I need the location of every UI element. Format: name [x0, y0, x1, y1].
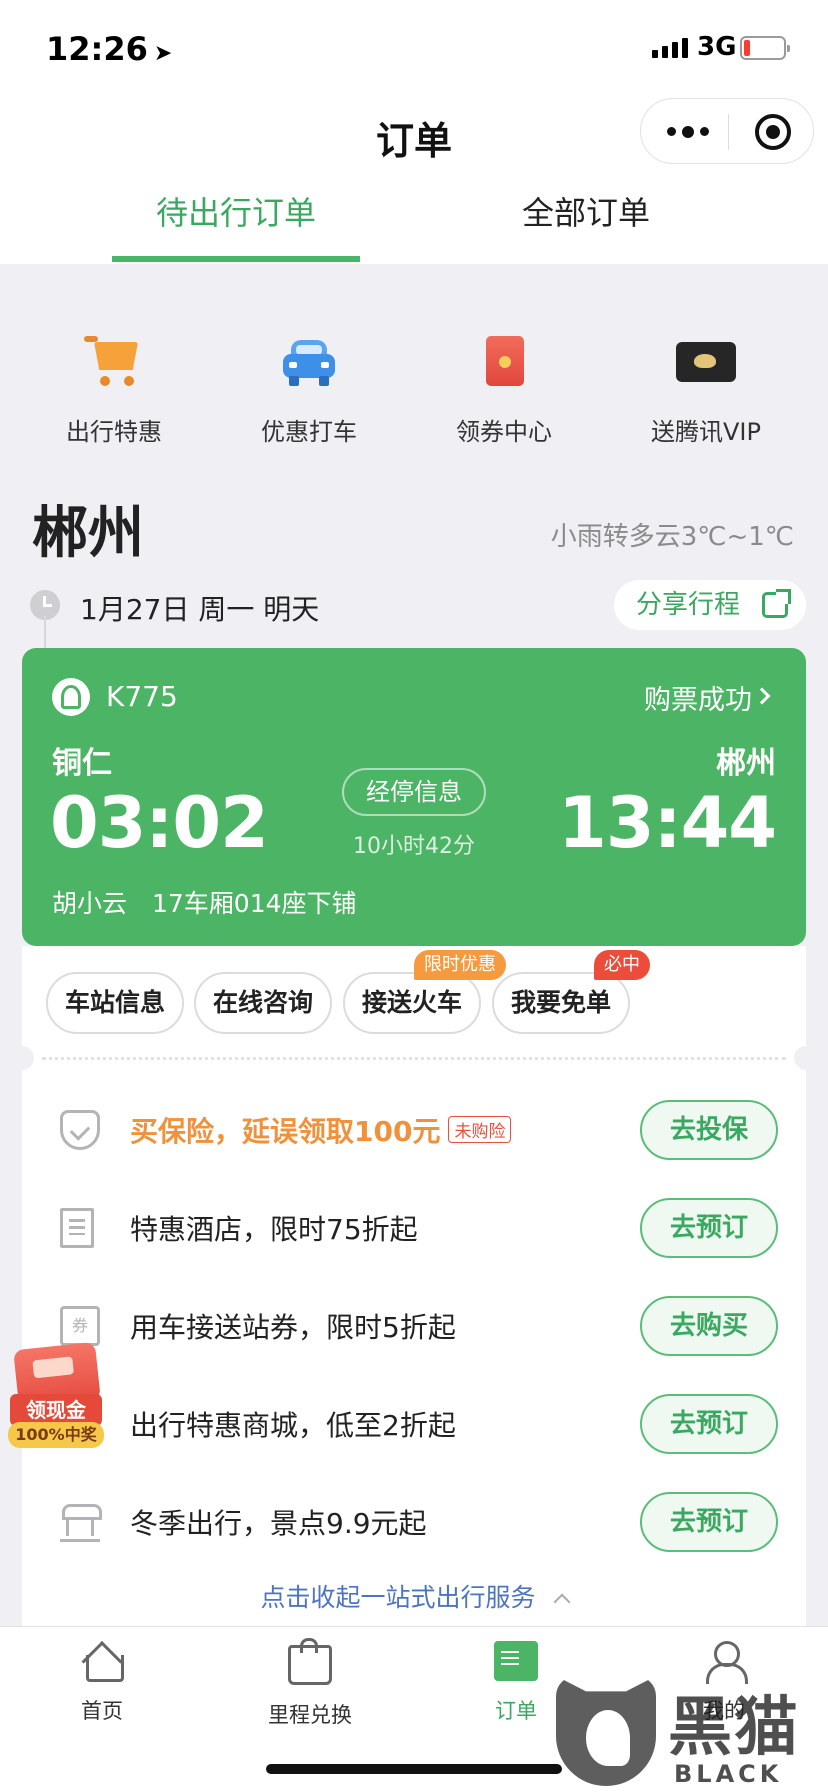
- departure-station: 铜仁: [52, 746, 112, 781]
- car-icon: [279, 336, 339, 388]
- service-row-scenic: 冬季出行，景点9.9元起 去预订: [22, 1474, 806, 1572]
- collapse-services-link[interactable]: 点击收起一站式出行服务: [22, 1578, 806, 1614]
- service-row-insurance: 买保险，延误领取100元 未购险 去投保: [22, 1082, 806, 1180]
- trip-date: 1月27日 周一 明天: [80, 593, 320, 626]
- tencent-video-vip-icon: [676, 336, 736, 388]
- service-row-car-coupon: 券 用车接送站券，限时5折起 去购买: [22, 1278, 806, 1376]
- tab-all-orders[interactable]: 全部订单: [462, 188, 710, 234]
- quick-action-coupons[interactable]: 领券中心: [414, 336, 594, 447]
- shopping-cart-icon: [84, 336, 144, 388]
- service-row-hotel: 特惠酒店，限时75折起 去预订: [22, 1180, 806, 1278]
- ticket-notch: [10, 1046, 34, 1070]
- shopping-bag-icon: [288, 1638, 332, 1685]
- service-row-mall: 出行特惠商城，低至2折起 去预订: [22, 1376, 806, 1474]
- capsule-divider: [728, 114, 729, 150]
- trip-duration: 10小时42分: [353, 834, 475, 859]
- status-time: 12:26 ➤: [46, 30, 173, 68]
- online-consult-button[interactable]: 在线咨询: [194, 972, 332, 1034]
- quick-action-vip[interactable]: 送腾讯VIP: [616, 336, 796, 447]
- hotel-icon: [60, 1208, 94, 1248]
- ticket-notch: [794, 1046, 818, 1070]
- quick-action-deals[interactable]: 出行特惠: [24, 336, 204, 447]
- tabbar-home[interactable]: 首页: [22, 1641, 182, 1725]
- tabbar-label: 首页: [81, 1699, 123, 1723]
- chevron-right-icon: [753, 687, 771, 705]
- quick-action-label: 优惠打车: [261, 418, 357, 446]
- battery-icon: [740, 36, 790, 60]
- chevron-up-icon: [553, 1593, 570, 1611]
- buy-coupon-button[interactable]: 去购买: [640, 1296, 778, 1356]
- signal-icon: [652, 38, 688, 58]
- arrival-station: 郴州: [716, 746, 776, 781]
- arrival-time: 13:44: [558, 782, 777, 864]
- home-indicator: [266, 1764, 562, 1774]
- departure-time: 03:02: [50, 782, 269, 864]
- active-tab-indicator: [112, 256, 360, 262]
- shield-icon: [60, 1110, 100, 1150]
- tabbar-mileage[interactable]: 里程兑换: [230, 1638, 390, 1729]
- station-info-button[interactable]: 车站信息: [46, 972, 184, 1034]
- travel-services-panel: 车站信息 在线咨询 接送火车 限时优惠 我要免单 必中 买保险，延误领取100元…: [10, 946, 818, 1626]
- miniprogram-capsule: [640, 98, 814, 164]
- passenger-seat-info: 胡小云 17车厢014座下铺: [52, 889, 357, 918]
- scenic-gate-icon: [60, 1502, 102, 1542]
- watermark-text: 黑猫: [668, 1691, 800, 1765]
- more-icon[interactable]: [667, 126, 709, 138]
- share-trip-button[interactable]: 分享行程: [614, 580, 806, 630]
- stops-info-button[interactable]: 经停信息: [342, 768, 486, 816]
- quick-action-label: 送腾讯VIP: [651, 418, 761, 446]
- service-text: 特惠酒店，限时75折起: [130, 1213, 418, 1246]
- service-text: 用车接送站券，限时5折起: [130, 1311, 456, 1344]
- cash-promo-float[interactable]: 领现金 100%中奖: [8, 1341, 104, 1448]
- quick-action-label: 出行特惠: [66, 418, 162, 446]
- train-ticket-card[interactable]: K775 购票成功 铜仁 郴州 03:02 13:44 经停信息 10小时42分…: [22, 648, 806, 946]
- service-text: 冬季出行，景点9.9元起: [130, 1507, 427, 1540]
- must-win-badge: 必中: [594, 950, 650, 980]
- share-trip-label: 分享行程: [636, 590, 741, 620]
- railway-logo-icon: [52, 678, 90, 716]
- home-icon: [80, 1641, 124, 1682]
- watermark: 黑猫 BLACK CAT: [556, 1676, 828, 1792]
- share-icon: [762, 589, 791, 618]
- buy-insurance-button[interactable]: 去投保: [640, 1100, 778, 1160]
- service-text: 出行特惠商城，低至2折起: [130, 1409, 456, 1442]
- free-order-button[interactable]: 我要免单: [492, 972, 630, 1034]
- weather-forecast: 小雨转多云3℃~1℃: [550, 522, 794, 552]
- train-number: K775: [106, 680, 178, 713]
- location-arrow-icon: ➤: [153, 41, 173, 66]
- dotted-divider: [42, 1057, 786, 1060]
- limited-offer-badge: 限时优惠: [414, 950, 506, 980]
- status-bar: 12:26 ➤ 3G: [0, 0, 828, 96]
- order-icon: [494, 1641, 538, 1681]
- watermark-text-en: BLACK CAT: [674, 1760, 783, 1792]
- tab-pending-orders[interactable]: 待出行订单: [112, 188, 360, 234]
- train-pickup-button[interactable]: 接送火车: [343, 972, 481, 1034]
- coupon-icon: 券: [60, 1306, 100, 1346]
- black-cat-logo-icon: [556, 1676, 656, 1786]
- tabbar-label: 里程兑换: [268, 1703, 352, 1727]
- promo-subtitle: 100%中奖: [8, 1422, 104, 1448]
- no-insurance-badge: 未购险: [448, 1116, 512, 1143]
- quick-action-label: 领券中心: [456, 418, 552, 446]
- quick-action-taxi[interactable]: 优惠打车: [219, 336, 399, 447]
- book-mall-button[interactable]: 去预订: [640, 1394, 778, 1454]
- service-text: 买保险，延误领取100元 未购险: [130, 1110, 512, 1150]
- network-type: 3G: [697, 32, 737, 62]
- user-icon: [702, 1641, 748, 1684]
- book-scenic-button[interactable]: 去预订: [640, 1492, 778, 1552]
- destination-city: 郴州: [32, 501, 144, 566]
- ticket-status[interactable]: 购票成功: [644, 678, 752, 717]
- red-envelope-icon: [474, 336, 534, 388]
- close-miniprogram-icon[interactable]: [755, 114, 791, 150]
- collapse-label: 点击收起一站式出行服务: [260, 1583, 536, 1612]
- book-hotel-button[interactable]: 去预订: [640, 1198, 778, 1258]
- nav-bar: 订单 待出行订单 全部订单: [0, 96, 828, 264]
